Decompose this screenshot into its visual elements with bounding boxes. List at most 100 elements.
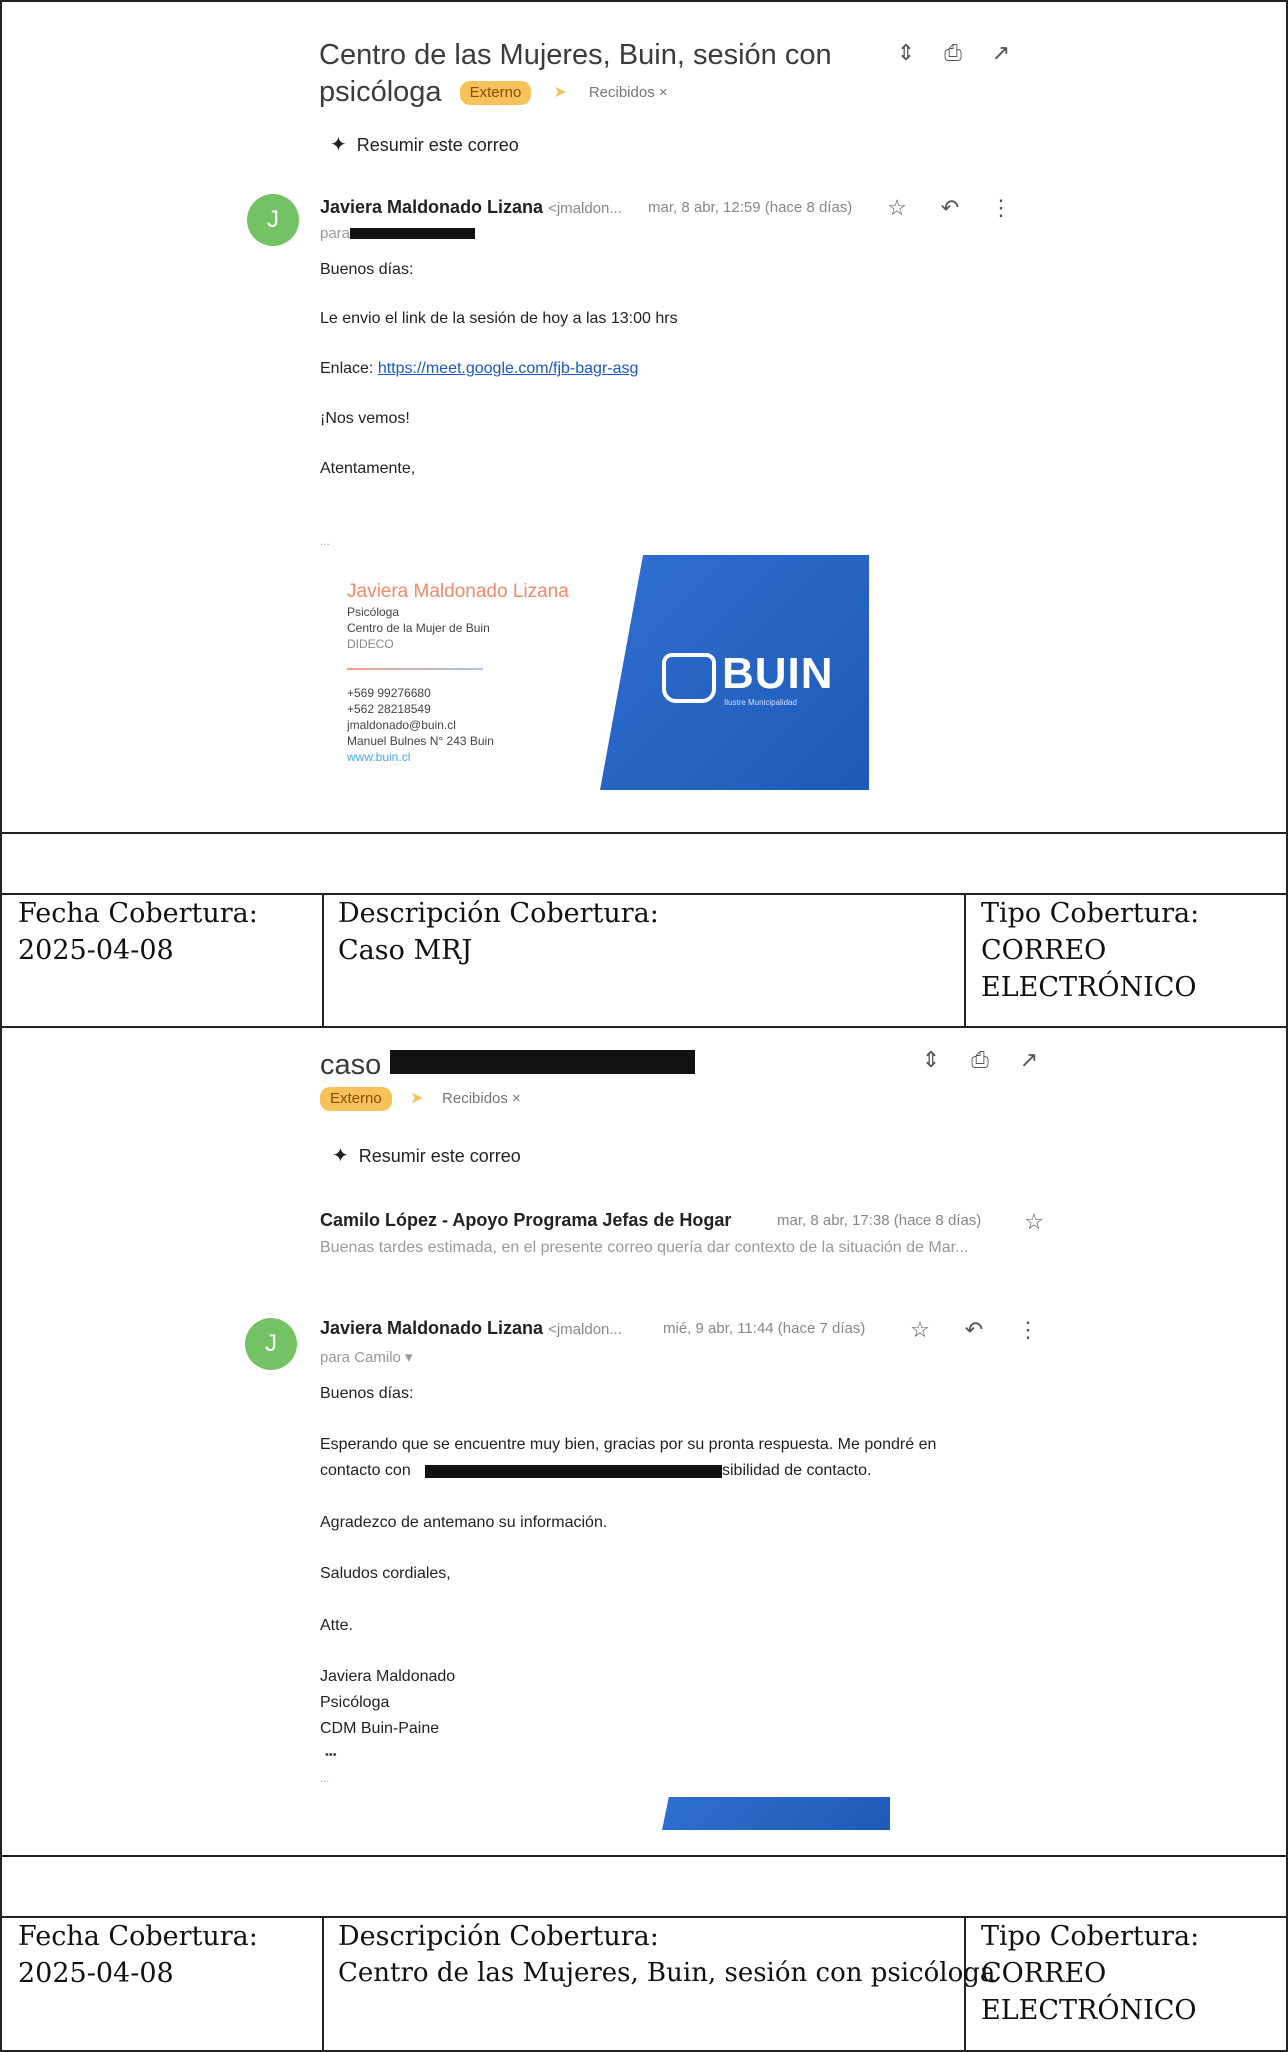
email-date: mié, 9 abr, 11:44 (hace 7 días) (663, 1320, 866, 1337)
inbox-label[interactable]: Recibidos × (589, 74, 668, 112)
body-line: Agradezco de antemano su información. (320, 1514, 608, 1531)
avatar[interactable]: J (247, 194, 299, 246)
email-screenshot-1: Centro de las Mujeres, Buin, sesión con … (0, 0, 1288, 832)
reply-icon[interactable]: ↶ (937, 196, 963, 220)
sender[interactable]: Javiera Maldonado Lizana <jmaldon... (320, 197, 622, 218)
type-value: CORREO (981, 1958, 1107, 1989)
signature-line: CDM Buin-Paine (320, 1720, 440, 1737)
body-line: Esperando que se encuentre muy bien, gra… (320, 1436, 937, 1453)
expand-icon[interactable]: ⇕ (918, 1048, 944, 1072)
to-prefix: para (320, 225, 351, 242)
label-row: Externo ➤ Recibidos × (320, 1087, 521, 1111)
date-value: 2025-04-08 (18, 1958, 174, 1989)
divider (0, 832, 1288, 834)
subject-line-2: psicóloga (319, 76, 442, 108)
star-icon[interactable]: ☆ (884, 196, 910, 220)
print-icon[interactable]: ⎙ (967, 1048, 993, 1072)
coverage-type-cell: Tipo Cobertura: CORREO ELECTRÓNICO (981, 895, 1199, 1006)
email-subject: Centro de las Mujeres, Buin, sesión con (319, 36, 832, 74)
signature-phone-1: +569 99276680 (347, 686, 431, 700)
redaction-bar (350, 228, 475, 239)
expand-icon[interactable]: ⇕ (893, 41, 919, 65)
coverage-description-cell: Descripción Cobertura: Caso MRJ (338, 895, 659, 969)
sender[interactable]: Javiera Maldonado Lizana <jmaldon... (320, 1318, 622, 1339)
date-value: 2025-04-08 (18, 935, 174, 966)
reply-icon[interactable]: ↶ (961, 1318, 987, 1342)
previous-message-sender[interactable]: Camilo López - Apoyo Programa Jefas de H… (320, 1210, 731, 1231)
trimmed-content-icon[interactable]: ... (320, 530, 330, 552)
signature-line: Psicóloga (320, 1694, 390, 1711)
divider (0, 1855, 1288, 1857)
type-value-cont: ELECTRÓNICO (981, 1995, 1197, 2026)
email-subject-cont: psicóloga Externo ➤ Recibidos × (319, 73, 668, 112)
sender-address: <jmaldon... (548, 1321, 622, 1338)
avatar[interactable]: J (245, 1318, 297, 1370)
trimmed-content-icon[interactable]: ... (320, 1768, 329, 1790)
closing: Atentamente, (320, 460, 416, 477)
recipient-line[interactable]: para (320, 225, 350, 242)
email-subject: caso (320, 1049, 382, 1081)
type-label: Tipo Cobertura: (981, 898, 1200, 929)
previous-message-preview[interactable]: Buenas tardes estimada, en el presente c… (320, 1239, 968, 1257)
external-label[interactable]: Externo (459, 81, 532, 106)
type-value-cont: ELECTRÓNICO (981, 972, 1197, 1003)
subject-line-1: Centro de las Mujeres, Buin, sesión con (319, 39, 832, 71)
date-label: Fecha Cobertura: (18, 1921, 258, 1952)
type-value: CORREO (981, 935, 1107, 966)
divider (322, 893, 324, 1026)
date-label: Fecha Cobertura: (18, 898, 258, 929)
description-value: Centro de las Mujeres, Buin, sesión con … (338, 1958, 996, 1988)
external-label[interactable]: Externo (320, 1087, 392, 1111)
more-vert-icon[interactable]: ⋮ (988, 196, 1014, 220)
signature-name: Javiera Maldonado Lizana (347, 581, 569, 602)
municipality-banner: BUIN Ilustre Municipalidad (600, 555, 869, 790)
coverage-date-cell: Fecha Cobertura: 2025-04-08 (18, 895, 258, 969)
signature-contact: +569 99276680 +562 28218549 jmaldonado@b… (347, 685, 494, 765)
signature-org: Centro de la Mujer de Buin (347, 621, 490, 635)
description-label: Descripción Cobertura: (338, 898, 659, 929)
redaction-bar (425, 1465, 722, 1478)
summarize-label: Resumir este correo (358, 1146, 521, 1166)
open-new-window-icon[interactable]: ↗ (1016, 1048, 1042, 1072)
star-icon[interactable]: ☆ (907, 1318, 933, 1342)
more-vert-icon[interactable]: ⋮ (1015, 1318, 1041, 1342)
open-new-window-icon[interactable]: ↗ (988, 41, 1014, 65)
sender-name: Javiera Maldonado Lizana (320, 1318, 544, 1338)
signature-website[interactable]: www.buin.cl (347, 749, 494, 765)
divider (322, 1916, 324, 2052)
municipality-banner (662, 1797, 890, 1830)
email-screenshot-2: caso ⇕ ⎙ ↗ Externo ➤ Recibidos × ✦ Resumi… (0, 1026, 1288, 1855)
email-date: mar, 8 abr, 12:59 (hace 8 días) (648, 199, 853, 216)
redaction-bar (390, 1050, 695, 1074)
signature-address: Manuel Bulnes N° 243 Buin (347, 734, 494, 748)
divider (964, 893, 966, 1026)
show-trimmed-icon[interactable]: ••• (325, 1744, 337, 1766)
summarize-button[interactable]: ✦ Resumir este correo (332, 1143, 521, 1168)
body-line: Saludos cordiales, (320, 1565, 451, 1582)
recipient-line[interactable]: para Camilo ▾ (320, 1348, 413, 1366)
signature-phone-2: +562 28218549 (347, 702, 431, 716)
inbox-label[interactable]: Recibidos × (442, 1090, 521, 1107)
signature-divider (347, 668, 483, 670)
label-arrow-icon: ➤ (553, 84, 567, 102)
signature-line: Javiera Maldonado (320, 1668, 456, 1685)
print-icon[interactable]: ⎙ (940, 41, 966, 65)
signature-email[interactable]: jmaldonado@buin.cl (347, 717, 494, 733)
body-line-start: contacto con (320, 1462, 411, 1479)
banner-text: BUIN (722, 649, 834, 698)
signature-details: Psicóloga Centro de la Mujer de Buin DID… (347, 604, 490, 652)
star-icon[interactable]: ☆ (1021, 1210, 1047, 1234)
body-line: Atte. (320, 1617, 353, 1634)
body-line-end: sibilidad de contacto. (722, 1462, 872, 1479)
meet-link[interactable]: https://meet.google.com/fjb-bagr-asg (378, 360, 639, 377)
summarize-button[interactable]: ✦ Resumir este correo (330, 132, 519, 157)
body-line: Le envio el link de la sesión de hoy a l… (320, 310, 678, 327)
sender-address: <jmaldon... (548, 200, 622, 217)
municipality-logo-icon (662, 653, 716, 703)
sender-name: Javiera Maldonado Lizana (320, 197, 544, 217)
description-value: Caso MRJ (338, 935, 473, 966)
type-label: Tipo Cobertura: (981, 1921, 1200, 1952)
link-line: Enlace: https://meet.google.com/fjb-bagr… (320, 358, 638, 380)
greeting: Buenos días: (320, 1385, 414, 1402)
signature-title: Psicóloga (347, 605, 400, 619)
